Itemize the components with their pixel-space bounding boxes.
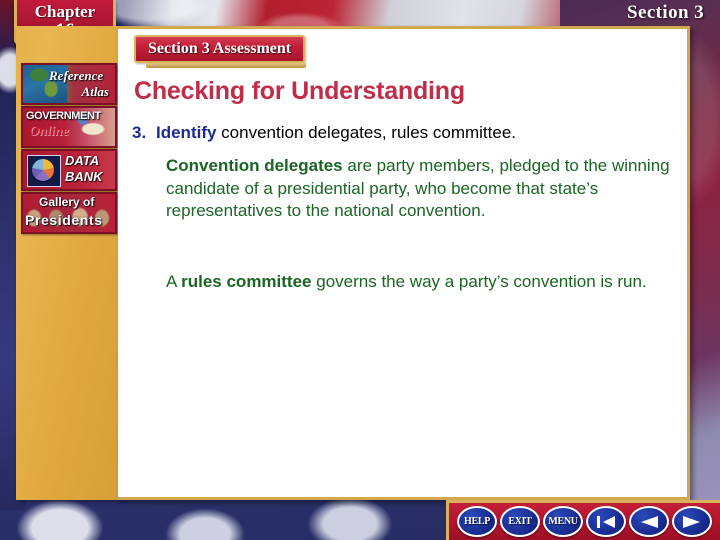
help-button-label: HELP xyxy=(463,516,491,527)
sidebar-item-label: DATA xyxy=(65,153,100,168)
exit-button[interactable]: EXIT xyxy=(500,506,540,537)
question-text: convention delegates, rules committee. xyxy=(216,123,517,142)
sidebar-item-label: Gallery of xyxy=(39,195,95,209)
answer-term-2: rules committee xyxy=(181,272,312,291)
section-label: Section 3 xyxy=(627,2,704,23)
answer-prefix-2: A xyxy=(166,272,182,291)
assessment-banner: Section 3 Assessment xyxy=(134,35,306,63)
page-title: Checking for Understanding xyxy=(134,77,465,105)
sidebar-item-gallery-of-presidents[interactable]: Gallery of Presidents xyxy=(21,192,117,234)
menu-button-label: MENU xyxy=(548,516,578,527)
first-arrow-icon xyxy=(597,515,615,528)
chapter-word: Chapter xyxy=(34,1,96,21)
answer-body-2: governs the way a party’s convention is … xyxy=(311,272,647,291)
sidebar-item-label: BANK xyxy=(65,169,103,184)
sidebar: Reference Atlas GOVERNMENT Online DATA B… xyxy=(16,26,122,500)
right-arrow-icon xyxy=(683,515,700,528)
slide-root: Chapter 16 Section 3 Reference Atlas GOV… xyxy=(0,0,720,540)
sidebar-item-data-bank[interactable]: DATA BANK xyxy=(21,149,117,191)
answer-paragraph-1: Convention delegates are party members, … xyxy=(166,155,671,223)
question-term: Identify xyxy=(156,123,217,142)
sidebar-item-label: Presidents xyxy=(25,212,103,228)
sidebar-item-label: GOVERNMENT xyxy=(26,110,101,122)
sidebar-item-label: Atlas xyxy=(81,84,109,99)
sidebar-item-government-online[interactable]: GOVERNMENT Online xyxy=(21,106,117,148)
assessment-banner-foot xyxy=(146,63,306,68)
first-slide-button[interactable] xyxy=(586,506,626,537)
answer-paragraph-2: A rules committee governs the way a part… xyxy=(166,271,671,294)
help-button[interactable]: HELP xyxy=(457,506,497,537)
navigation-bar: HELP EXIT MENU xyxy=(446,500,720,540)
previous-slide-button[interactable] xyxy=(629,506,669,537)
question-number: 3. xyxy=(132,123,147,142)
next-slide-button[interactable] xyxy=(672,506,712,537)
left-arrow-icon xyxy=(641,515,658,528)
menu-button[interactable]: MENU xyxy=(543,506,583,537)
sidebar-item-reference-atlas[interactable]: Reference Atlas xyxy=(21,63,117,105)
question-row: 3. Identify convention delegates, rules c… xyxy=(132,123,677,143)
answer-term-1: Convention delegates xyxy=(166,156,343,175)
content-panel: Section 3 Assessment Checking for Unders… xyxy=(118,26,690,500)
exit-button-label: EXIT xyxy=(508,516,532,527)
sidebar-item-label: Reference xyxy=(49,68,104,83)
sidebar-item-label: Online xyxy=(29,124,69,139)
